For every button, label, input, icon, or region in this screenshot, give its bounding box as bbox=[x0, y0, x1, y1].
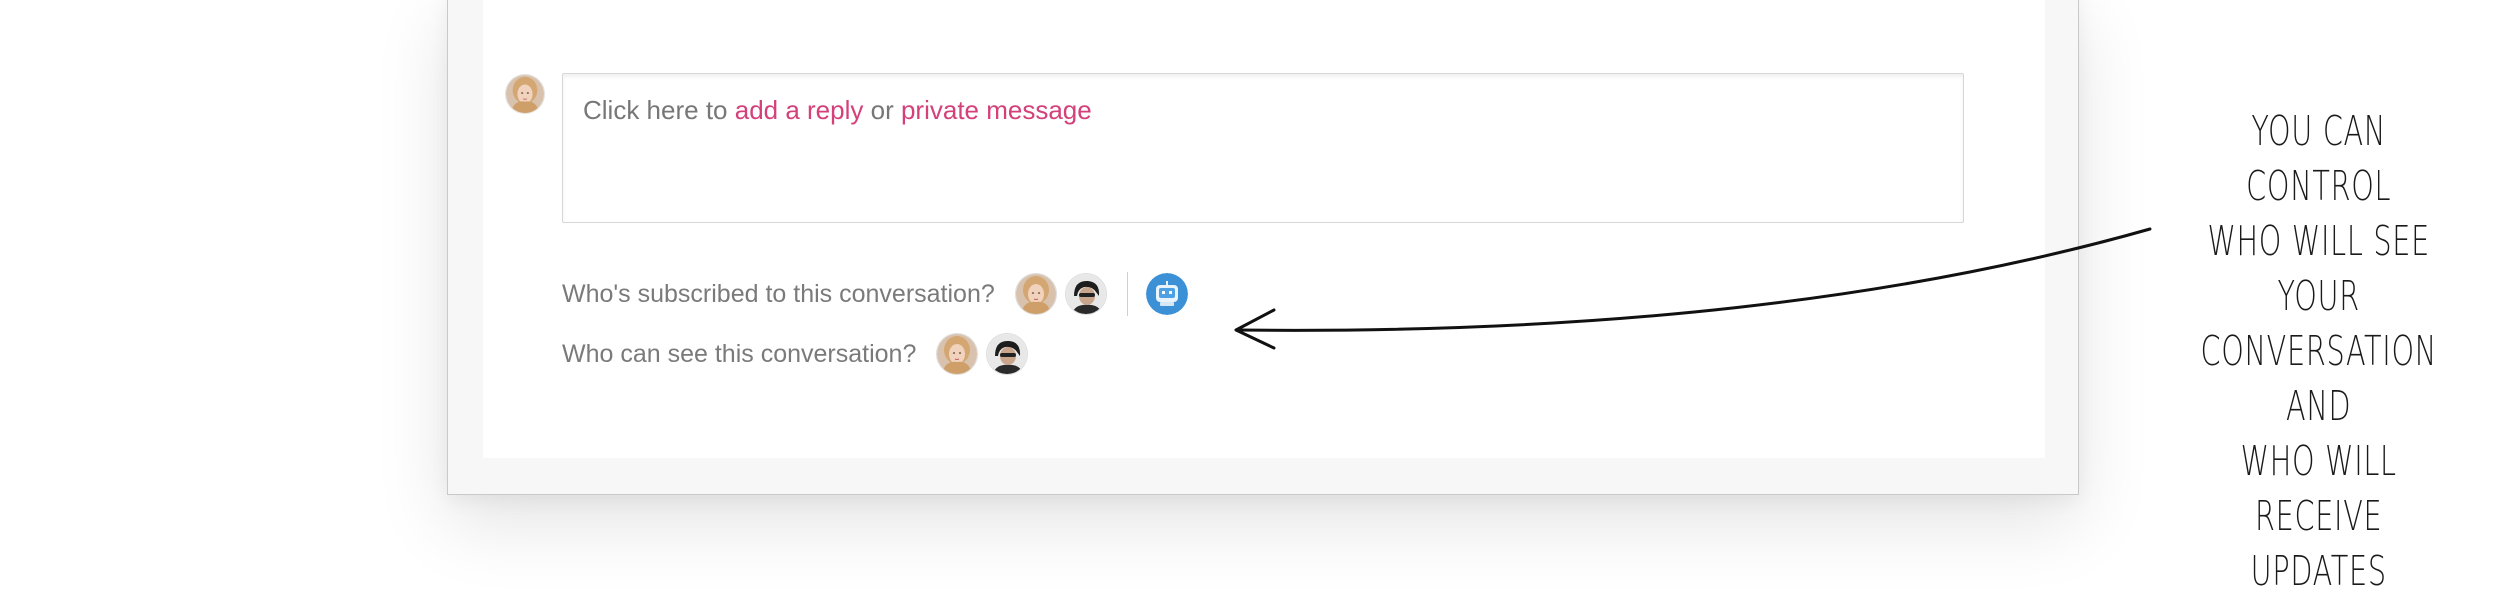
subscribers-label: Who's subscribed to this conversation? bbox=[562, 279, 995, 308]
subscriber-divider bbox=[1126, 272, 1129, 316]
reply-prefix-text: Click here to bbox=[583, 95, 735, 125]
annotation-line: WHO WILL SEE YOUR bbox=[2207, 217, 2430, 320]
subscribers-row: Who's subscribed to this conversation? bbox=[562, 272, 1188, 316]
bot-avatar[interactable] bbox=[1146, 273, 1188, 315]
annotation-line: CONVERSATION AND bbox=[2200, 327, 2437, 430]
viewer-avatar-blonde[interactable] bbox=[936, 333, 979, 375]
current-user-avatar bbox=[505, 74, 545, 114]
viewer-avatar-dark-hair[interactable] bbox=[986, 333, 1029, 375]
reply-input[interactable]: Click here to add a reply or private mes… bbox=[562, 73, 1964, 223]
annotation-line: UPDATES bbox=[2250, 547, 2387, 595]
annotation-line: YOU CAN CONTROL bbox=[2246, 107, 2392, 210]
add-reply-link[interactable]: add a reply bbox=[735, 95, 864, 125]
reply-placeholder: Click here to add a reply or private mes… bbox=[583, 95, 1092, 126]
subscriber-avatar-blonde[interactable] bbox=[1014, 273, 1057, 315]
visibility-label: Who can see this conversation? bbox=[562, 339, 917, 368]
subscriber-avatar-dark-hair[interactable] bbox=[1064, 273, 1107, 315]
visibility-row: Who can see this conversation? bbox=[562, 332, 1036, 376]
private-message-link[interactable]: private message bbox=[901, 95, 1092, 125]
conversation-panel bbox=[483, 0, 2045, 458]
annotation-note: YOU CAN CONTROL WHO WILL SEE YOUR CONVER… bbox=[2192, 104, 2445, 599]
reply-connector-text: or bbox=[863, 95, 901, 125]
annotation-line: WHO WILL RECEIVE bbox=[2240, 437, 2397, 540]
